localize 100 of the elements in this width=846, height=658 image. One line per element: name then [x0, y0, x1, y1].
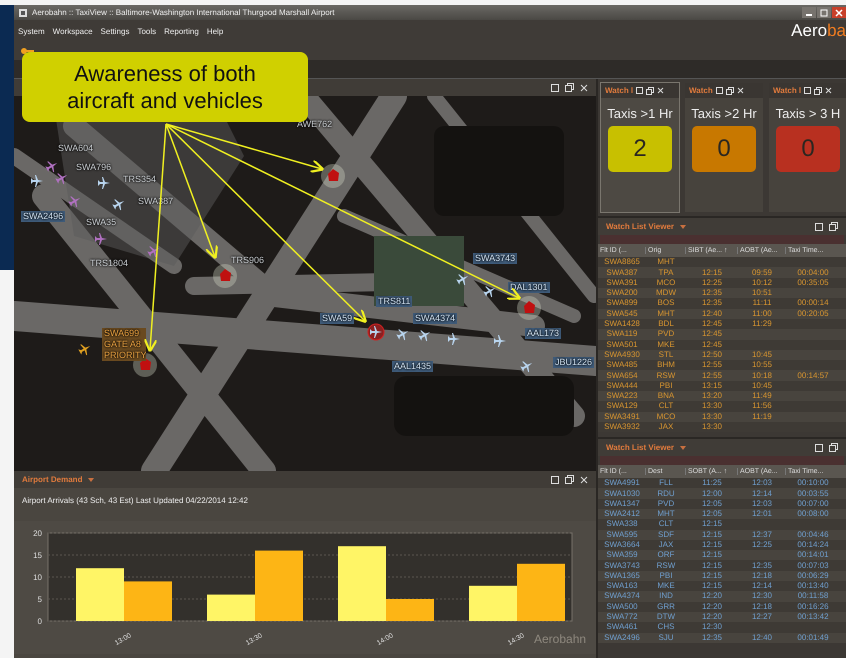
airplane-icon[interactable] [448, 333, 460, 345]
restore-icon[interactable] [814, 86, 822, 94]
dropdown-icon[interactable] [88, 478, 94, 482]
table-cell: JAX [658, 540, 674, 549]
table-cell: SWA129 [606, 401, 638, 410]
flight-label[interactable]: SWA604 [58, 143, 94, 154]
vehicle-marker-icon[interactable] [517, 296, 541, 320]
close-icon[interactable] [580, 84, 588, 92]
tab-label[interactable]: Watch [689, 86, 713, 95]
flight-label[interactable]: SWA4374 [413, 313, 458, 324]
flight-label[interactable]: JBU1226 [553, 357, 594, 368]
dropdown-icon[interactable] [680, 224, 686, 229]
airplane-icon[interactable] [483, 286, 496, 298]
restore-icon[interactable] [565, 475, 574, 484]
airplane-icon[interactable] [520, 361, 532, 372]
flight-label[interactable]: SWA35 [86, 217, 116, 228]
menu-item[interactable]: Workspace [52, 26, 93, 36]
close-icon[interactable] [825, 87, 832, 94]
table-cell: SWA2496 [604, 632, 640, 642]
table-cell: 10:45 [752, 350, 772, 359]
menu-item[interactable]: System [18, 26, 45, 36]
close-button[interactable] [832, 7, 846, 18]
watch-tile[interactable]: Watch Taxis >2 Hr 0 [684, 82, 764, 214]
dropdown-icon[interactable] [680, 446, 686, 450]
table-cell: 10:51 [752, 288, 772, 298]
table-cell: 13:30 [702, 412, 722, 421]
table-cell: 12:35 [702, 632, 722, 642]
restore-icon[interactable] [829, 222, 838, 232]
menu-item[interactable]: Reporting [164, 26, 199, 36]
table-cell: 12:35 [752, 560, 772, 570]
table-cell: 12:15 [702, 581, 722, 590]
maximize-icon[interactable] [815, 222, 823, 231]
watch-tile[interactable]: Watch l Taxis > 3 H 0 [768, 82, 846, 214]
menu-item[interactable]: Help [206, 26, 224, 36]
table-cell: RDU [657, 488, 675, 498]
airplane-icon[interactable] [68, 196, 80, 208]
airplane-icon[interactable] [368, 324, 384, 340]
table-cell: 12:35 [702, 288, 722, 298]
maximize-icon[interactable] [815, 444, 823, 452]
maximize-icon[interactable] [636, 87, 644, 94]
restore-icon[interactable] [726, 86, 734, 94]
axis-tick-label: 0 [38, 617, 42, 626]
flight-label[interactable]: AAL1435 [392, 361, 434, 372]
maximize-button[interactable] [817, 7, 831, 18]
restore-icon[interactable] [829, 443, 838, 452]
restore-icon[interactable] [646, 86, 654, 94]
table-cell: 11:00 [752, 308, 772, 318]
panel-title[interactable]: Watch List Viewer [606, 443, 674, 452]
table-cell: SWA1347 [604, 498, 640, 508]
vehicle-marker-icon[interactable] [321, 164, 345, 188]
flight-label[interactable]: TRS354 [123, 174, 156, 185]
table-cell: IND [659, 591, 673, 600]
airplane-icon[interactable] [396, 329, 408, 340]
airplane-icon[interactable] [456, 274, 468, 286]
flight-label[interactable]: AAL173 [525, 328, 562, 339]
flight-label[interactable]: DAL1301 [508, 282, 550, 293]
table-cell: 12:45 [702, 329, 722, 338]
table-cell: MHT [657, 257, 675, 266]
table-cell: DTW [656, 612, 676, 622]
table-cell: 00:01:49 [797, 632, 829, 642]
close-icon[interactable] [580, 476, 588, 484]
airplane-icon[interactable] [418, 330, 430, 342]
airplane-icon[interactable] [45, 161, 58, 172]
key-icon[interactable] [20, 47, 34, 55]
panel-title[interactable]: Airport Demand [22, 475, 82, 484]
flight-label[interactable]: SWA796 [76, 162, 112, 173]
table-cell: 12:03 [752, 498, 772, 508]
menu-item[interactable]: Settings [100, 26, 130, 36]
maximize-icon[interactable] [804, 87, 812, 94]
watch-tile[interactable]: Watch l Taxis >1 Hr 2 [600, 82, 680, 214]
airplane-icon[interactable] [55, 173, 68, 184]
flight-label[interactable]: SWA59 [320, 313, 354, 324]
table-cell: SWA4374 [604, 591, 640, 600]
close-icon[interactable] [736, 87, 744, 94]
maximize-icon[interactable] [716, 87, 723, 94]
minimize-button[interactable] [802, 7, 816, 18]
table-cell: 12:37 [752, 530, 772, 539]
vehicle-marker-icon[interactable] [213, 264, 237, 288]
table-cell: SWA444 [606, 380, 638, 390]
airplane-icon[interactable] [98, 177, 110, 189]
flight-label[interactable]: SWA699 GATE A8 PRIORITY [102, 328, 146, 361]
flight-label[interactable]: SWA2496 [21, 211, 66, 222]
close-icon[interactable] [657, 87, 664, 94]
flight-label[interactable]: TRS811 [376, 296, 412, 307]
menu-item[interactable]: Tools [137, 26, 156, 36]
airplane-icon[interactable] [78, 344, 90, 356]
restore-icon[interactable] [565, 83, 574, 92]
watch-title: Taxis >2 Hr [691, 106, 757, 121]
airplane-icon[interactable] [31, 175, 43, 187]
flight-label[interactable]: SWA3743 [473, 253, 518, 264]
panel-title[interactable]: Watch List Viewer [606, 222, 674, 232]
table-cell: SWA1030 [604, 488, 640, 498]
airplane-icon[interactable] [112, 199, 124, 210]
table-cell: SWA3664 [604, 540, 640, 549]
logo-text: Aeroba [791, 21, 846, 41]
maximize-icon[interactable] [551, 84, 559, 92]
maximize-icon[interactable] [551, 476, 559, 484]
table-cell: 00:14:57 [797, 370, 829, 380]
table-cell: 12:20 [702, 591, 722, 600]
airplane-icon[interactable] [147, 246, 160, 258]
